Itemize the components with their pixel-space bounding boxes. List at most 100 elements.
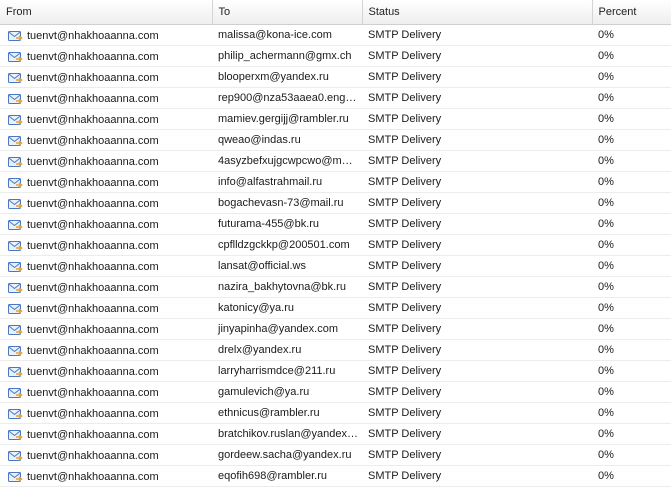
cell-from: tuenvt@nhakhoaanna.com: [0, 87, 212, 109]
cell-status: SMTP Delivery: [362, 297, 592, 319]
cell-from: tuenvt@nhakhoaanna.com: [0, 339, 212, 361]
column-header-percent[interactable]: Percent: [592, 0, 671, 25]
envelope-arrow-icon: [8, 365, 23, 378]
cell-status: SMTP Delivery: [362, 276, 592, 298]
cell-status: SMTP Delivery: [362, 24, 592, 46]
table-row[interactable]: tuenvt@nhakhoaanna.com mamiev.gergijj@ram…: [0, 108, 671, 130]
cell-status: SMTP Delivery: [362, 87, 592, 109]
cell-from: tuenvt@nhakhoaanna.com: [0, 318, 212, 340]
table-row[interactable]: tuenvt@nhakhoaanna.com rep900@nza53aaea0.…: [0, 87, 671, 109]
cell-to: rep900@nza53aaea0.eng…: [212, 87, 362, 109]
envelope-arrow-icon: [8, 302, 23, 315]
cell-to: qweao@indas.ru: [212, 129, 362, 151]
cell-to: katonicy@ya.ru: [212, 297, 362, 319]
from-address: tuenvt@nhakhoaanna.com: [27, 92, 159, 105]
cell-to: larryharrismdce@211.ru: [212, 360, 362, 382]
cell-to: drelx@yandex.ru: [212, 339, 362, 361]
table-row[interactable]: tuenvt@nhakhoaanna.com malissa@kona-ice.c…: [0, 24, 671, 46]
column-header-status[interactable]: Status: [362, 0, 593, 25]
cell-status: SMTP Delivery: [362, 339, 592, 361]
cell-status: SMTP Delivery: [362, 108, 592, 130]
table-row[interactable]: tuenvt@nhakhoaanna.com bratchikov.ruslan@…: [0, 423, 671, 445]
cell-percent: 0%: [592, 276, 671, 298]
envelope-arrow-icon: [8, 134, 23, 147]
cell-status: SMTP Delivery: [362, 444, 592, 466]
table-row[interactable]: tuenvt@nhakhoaanna.com cpflldzgckkp@20050…: [0, 234, 671, 256]
cell-to: eqofih698@rambler.ru: [212, 465, 362, 487]
table-row[interactable]: tuenvt@nhakhoaanna.com katonicy@ya.ru SMTP…: [0, 297, 671, 319]
cell-percent: 0%: [592, 339, 671, 361]
cell-percent: 0%: [592, 234, 671, 256]
envelope-arrow-icon: [8, 323, 23, 336]
table-row[interactable]: tuenvt@nhakhoaanna.com gordeew.sacha@yand…: [0, 444, 671, 466]
from-address: tuenvt@nhakhoaanna.com: [27, 449, 159, 462]
table-row[interactable]: tuenvt@nhakhoaanna.com blooperxm@yandex.r…: [0, 66, 671, 88]
from-address: tuenvt@nhakhoaanna.com: [27, 50, 159, 63]
table-row[interactable]: tuenvt@nhakhoaanna.com gamulevich@ya.ru SM…: [0, 381, 671, 403]
cell-percent: 0%: [592, 465, 671, 487]
cell-to: lansat@official.ws: [212, 255, 362, 277]
table-row[interactable]: tuenvt@nhakhoaanna.com eqofih698@rambler.…: [0, 465, 671, 487]
cell-status: SMTP Delivery: [362, 129, 592, 151]
cell-percent: 0%: [592, 192, 671, 214]
envelope-arrow-icon: [8, 197, 23, 210]
table-row[interactable]: tuenvt@nhakhoaanna.com futurama-455@bk.ru…: [0, 213, 671, 235]
table-row[interactable]: tuenvt@nhakhoaanna.com philip_achermann@g…: [0, 45, 671, 67]
envelope-arrow-icon: [8, 71, 23, 84]
cell-status: SMTP Delivery: [362, 402, 592, 424]
column-header-to[interactable]: To: [212, 0, 363, 25]
cell-from: tuenvt@nhakhoaanna.com: [0, 150, 212, 172]
cell-to: gordeew.sacha@yandex.ru: [212, 444, 362, 466]
queue-table: From To Status Percent tuenvt@nhakhoaann…: [0, 0, 671, 487]
from-address: tuenvt@nhakhoaanna.com: [27, 260, 159, 273]
cell-from: tuenvt@nhakhoaanna.com: [0, 465, 212, 487]
cell-percent: 0%: [592, 213, 671, 235]
cell-status: SMTP Delivery: [362, 465, 592, 487]
table-row[interactable]: tuenvt@nhakhoaanna.com drelx@yandex.ru SMT…: [0, 339, 671, 361]
cell-percent: 0%: [592, 45, 671, 67]
from-address: tuenvt@nhakhoaanna.com: [27, 176, 159, 189]
envelope-arrow-icon: [8, 260, 23, 273]
cell-from: tuenvt@nhakhoaanna.com: [0, 444, 212, 466]
table-row[interactable]: tuenvt@nhakhoaanna.com nazira_bakhytovna@…: [0, 276, 671, 298]
cell-from: tuenvt@nhakhoaanna.com: [0, 171, 212, 193]
cell-to: gamulevich@ya.ru: [212, 381, 362, 403]
cell-from: tuenvt@nhakhoaanna.com: [0, 234, 212, 256]
table-row[interactable]: tuenvt@nhakhoaanna.com bogachevasn-73@mai…: [0, 192, 671, 214]
cell-to: bogachevasn-73@mail.ru: [212, 192, 362, 214]
cell-percent: 0%: [592, 423, 671, 445]
from-address: tuenvt@nhakhoaanna.com: [27, 29, 159, 42]
cell-from: tuenvt@nhakhoaanna.com: [0, 45, 212, 67]
table-row[interactable]: tuenvt@nhakhoaanna.com qweao@indas.ru SMTP…: [0, 129, 671, 151]
cell-percent: 0%: [592, 171, 671, 193]
from-address: tuenvt@nhakhoaanna.com: [27, 113, 159, 126]
from-address: tuenvt@nhakhoaanna.com: [27, 428, 159, 441]
cell-percent: 0%: [592, 66, 671, 88]
cell-to: futurama-455@bk.ru: [212, 213, 362, 235]
cell-status: SMTP Delivery: [362, 213, 592, 235]
table-row[interactable]: tuenvt@nhakhoaanna.com larryharrismdce@21…: [0, 360, 671, 382]
envelope-arrow-icon: [8, 386, 23, 399]
from-address: tuenvt@nhakhoaanna.com: [27, 302, 159, 315]
cell-status: SMTP Delivery: [362, 360, 592, 382]
table-row[interactable]: tuenvt@nhakhoaanna.com 4asyzbefxujgcwpcwo…: [0, 150, 671, 172]
column-header-from[interactable]: From: [0, 0, 213, 25]
envelope-arrow-icon: [8, 218, 23, 231]
cell-from: tuenvt@nhakhoaanna.com: [0, 360, 212, 382]
envelope-arrow-icon: [8, 344, 23, 357]
cell-to: bratchikov.ruslan@yandex…: [212, 423, 362, 445]
envelope-arrow-icon: [8, 155, 23, 168]
cell-status: SMTP Delivery: [362, 192, 592, 214]
cell-percent: 0%: [592, 318, 671, 340]
table-row[interactable]: tuenvt@nhakhoaanna.com info@alfastrahmail…: [0, 171, 671, 193]
cell-to: cpflldzgckkp@200501.com: [212, 234, 362, 256]
cell-to: nazira_bakhytovna@bk.ru: [212, 276, 362, 298]
table-row[interactable]: tuenvt@nhakhoaanna.com lansat@official.ws…: [0, 255, 671, 277]
cell-percent: 0%: [592, 87, 671, 109]
cell-percent: 0%: [592, 255, 671, 277]
cell-percent: 0%: [592, 297, 671, 319]
table-row[interactable]: tuenvt@nhakhoaanna.com jinyapinha@yandex.…: [0, 318, 671, 340]
table-row[interactable]: tuenvt@nhakhoaanna.com ethnicus@rambler.r…: [0, 402, 671, 424]
envelope-arrow-icon: [8, 50, 23, 63]
envelope-arrow-icon: [8, 176, 23, 189]
